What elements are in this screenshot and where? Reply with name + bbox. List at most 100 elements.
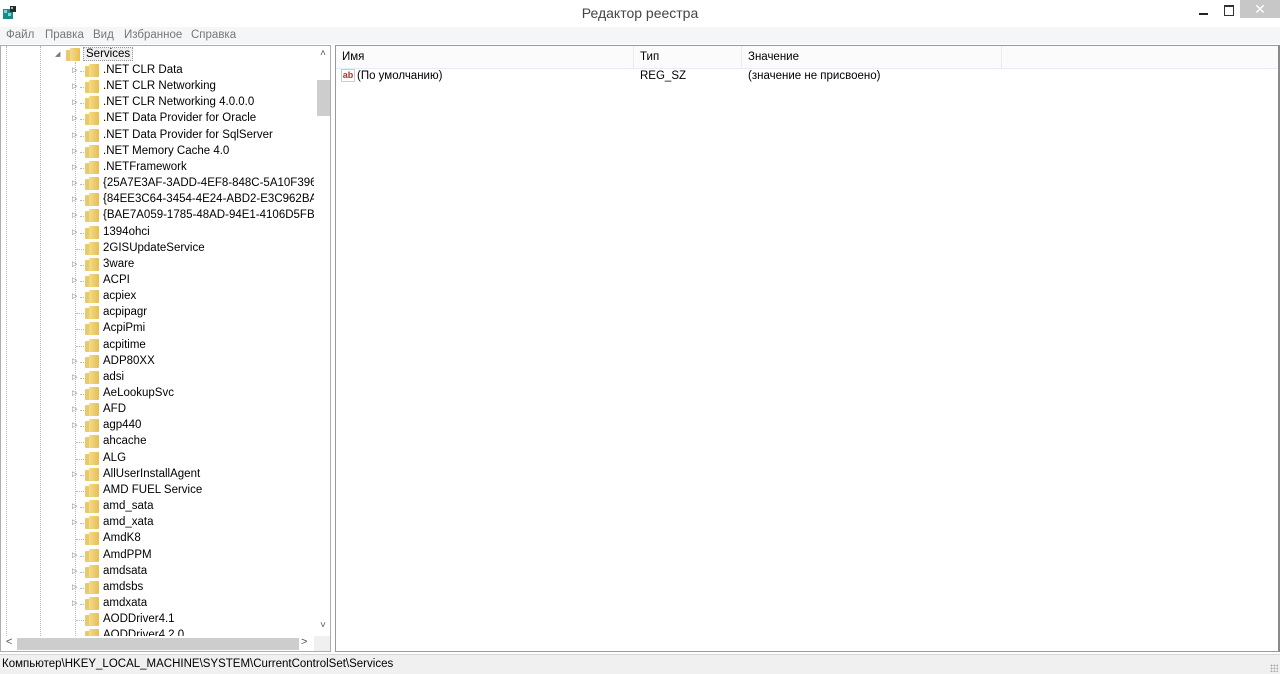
tree-node[interactable]: ▷ AeLookupSvc (1, 386, 316, 402)
scroll-right-icon[interactable]: > (301, 636, 307, 648)
expand-icon[interactable]: ▷ (72, 67, 80, 75)
tree-node[interactable]: AMD FUEL Service (1, 483, 316, 499)
value-row[interactable]: ab (По умолчанию) REG_SZ (значение не пр… (336, 69, 1278, 86)
folder-icon (85, 80, 100, 94)
tree-horizontal-scrollbar[interactable]: < > (1, 636, 314, 651)
expand-icon[interactable]: ▷ (72, 503, 80, 511)
expand-icon[interactable]: ▷ (72, 83, 80, 91)
key-tree-pane[interactable]: ◢ Services ▷ .NET CLR Data ▷ .NET CLR Netwo… (0, 45, 331, 652)
menu-file[interactable]: Файл (6, 29, 34, 41)
tree-node-label: AODDriver4.1 (103, 613, 175, 626)
expand-icon[interactable]: ▷ (72, 212, 80, 220)
tree-node[interactable]: AODDriver4.1 (1, 612, 316, 628)
collapse-icon[interactable]: ◢ (55, 51, 63, 59)
tree-node[interactable]: ▷ .NET CLR Networking 4.0.0.0 (1, 95, 316, 111)
tree-node[interactable]: ▷ amdxata (1, 596, 316, 612)
tree-node[interactable]: ▷ AllUserInstallAgent (1, 467, 316, 483)
expand-icon[interactable]: ▷ (72, 229, 80, 237)
resize-grip-icon[interactable] (1270, 664, 1278, 672)
expand-icon[interactable]: ▷ (72, 148, 80, 156)
tree-node[interactable]: ▷ {84EE3C64-3454-4E24-ABD2-E3C962BA5E08} (1, 192, 316, 208)
expand-icon[interactable]: ▷ (72, 164, 80, 172)
tree-node[interactable]: ▷ acpiex (1, 289, 316, 305)
expand-icon[interactable]: ▷ (72, 390, 80, 398)
expand-icon[interactable]: ▷ (72, 471, 80, 479)
scroll-up-icon[interactable]: ˄ (315, 48, 330, 59)
tree-node[interactable]: ▷ adsi (1, 370, 316, 386)
expand-icon[interactable]: ▷ (72, 374, 80, 382)
tree-connector (76, 490, 84, 492)
column-header-name[interactable]: Имя (336, 46, 634, 68)
menu-help[interactable]: Справка (191, 29, 236, 41)
tree-node[interactable]: ▷ agp440 (1, 418, 316, 434)
tree-node[interactable]: AODDriver4.2.0 (1, 628, 316, 636)
scrollbar-thumb[interactable] (317, 80, 330, 116)
tree-node[interactable]: ▷ amd_xata (1, 515, 316, 531)
column-header-type[interactable]: Тип (634, 46, 742, 68)
tree-node[interactable]: ▷ amdsbs (1, 580, 316, 596)
tree-node[interactable]: 2GISUpdateService (1, 241, 316, 257)
expand-icon[interactable]: ▷ (72, 132, 80, 140)
expand-icon[interactable]: ▷ (72, 552, 80, 560)
tree-node[interactable]: ▷ 1394ohci (1, 225, 316, 241)
tree-node[interactable]: ▷ .NET CLR Data (1, 63, 316, 79)
tree-node[interactable]: ▷ ACPI (1, 273, 316, 289)
tree-node[interactable]: ▷ .NET Data Provider for SqlServer (1, 128, 316, 144)
menu-favorites[interactable]: Избранное (124, 29, 182, 41)
menu-edit[interactable]: Правка (45, 29, 84, 41)
expand-icon[interactable]: ▷ (72, 406, 80, 414)
values-list-pane[interactable]: Имя Тип Значение ab (По умолчанию) REG_S… (335, 45, 1280, 652)
expand-icon[interactable]: ▷ (72, 196, 80, 204)
tree-node[interactable]: ▷ AmdPPM (1, 548, 316, 564)
tree-node[interactable]: ▷ amdsata (1, 564, 316, 580)
tree-node[interactable]: ▷ {BAE7A059-1785-48AD-94E1-4106D5FBF2EB} (1, 208, 316, 224)
scroll-left-icon[interactable]: < (6, 636, 12, 648)
expand-icon[interactable]: ▷ (72, 99, 80, 107)
expand-icon[interactable]: ▷ (72, 293, 80, 301)
menu-view[interactable]: Вид (93, 29, 114, 41)
tree-node-services[interactable]: ◢ Services (1, 47, 316, 63)
tree-node-label: amdxata (103, 596, 148, 609)
expand-icon[interactable]: ▷ (72, 180, 80, 188)
tree-vertical-scrollbar[interactable]: ˄ ˅ (314, 46, 330, 636)
tree-node[interactable]: ▷ .NET CLR Networking (1, 79, 316, 95)
tree-node[interactable]: ahcache (1, 434, 316, 450)
tree-node[interactable]: ▷ 3ware (1, 257, 316, 273)
expand-icon[interactable]: ▷ (72, 358, 80, 366)
expand-icon[interactable]: ▷ (72, 568, 80, 576)
tree-node[interactable]: ▷ AFD (1, 402, 316, 418)
expand-icon[interactable]: ▷ (72, 519, 80, 527)
scroll-down-icon[interactable]: ˅ (315, 620, 330, 631)
tree-node[interactable]: AmdK8 (1, 531, 316, 547)
tree-node[interactable]: acpitime (1, 338, 316, 354)
tree-connector (80, 184, 84, 186)
tree-node[interactable]: AcpiPmi (1, 321, 316, 337)
folder-icon (85, 257, 100, 271)
folder-icon (85, 177, 100, 191)
tree-node[interactable]: ▷ .NETFramework (1, 160, 316, 176)
expand-icon[interactable]: ▷ (72, 600, 80, 608)
tree-connector (80, 103, 84, 105)
folder-icon (85, 613, 100, 627)
expand-icon[interactable]: ▷ (72, 422, 80, 430)
folder-icon (85, 387, 100, 400)
tree-node[interactable]: ALG (1, 451, 316, 467)
tree-node-label: amd_sata (103, 500, 154, 513)
folder-icon (85, 225, 100, 239)
scrollbar-thumb[interactable] (17, 638, 299, 650)
expand-icon[interactable]: ▷ (72, 584, 80, 592)
expand-icon[interactable]: ▷ (72, 277, 80, 285)
column-header-value[interactable]: Значение (742, 46, 1002, 68)
tree-node[interactable]: acpipagr (1, 305, 316, 321)
tree-node[interactable]: ▷ .NET Memory Cache 4.0 (1, 144, 316, 160)
folder-icon (85, 564, 100, 578)
tree-node[interactable]: ▷ .NET Data Provider for Oracle (1, 111, 316, 127)
window-title: Редактор реестра (581, 5, 699, 21)
expand-icon[interactable]: ▷ (72, 261, 80, 269)
tree-node-label: 2GISUpdateService (103, 241, 205, 254)
tree-node[interactable]: ▷ ADP80XX (1, 354, 316, 370)
close-button[interactable]: ✕ (1240, 0, 1280, 18)
tree-node[interactable]: ▷ amd_sata (1, 499, 316, 515)
expand-icon[interactable]: ▷ (72, 115, 80, 123)
tree-node[interactable]: ▷ {25A7E3AF-3ADD-4EF8-848C-5A10F3960F36} (1, 176, 316, 192)
